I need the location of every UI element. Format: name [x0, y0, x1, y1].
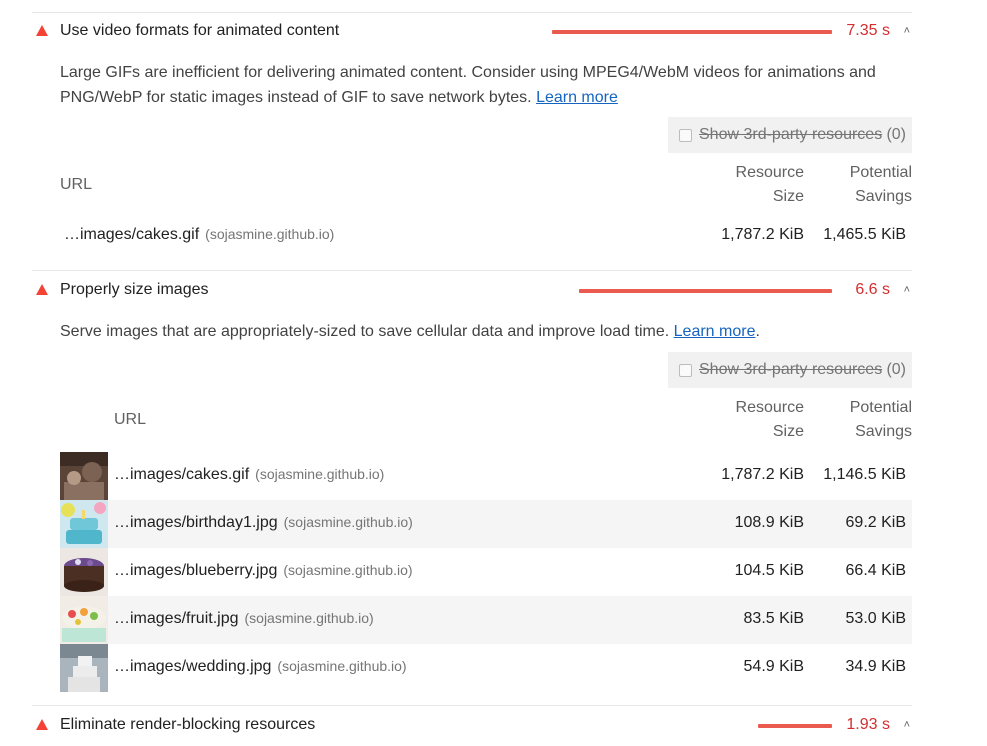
learn-more-link[interactable]: Learn more [536, 89, 618, 106]
column-header-url: URL [114, 411, 147, 428]
row-host: (sojasmine.github.io) [277, 658, 407, 674]
audit-title: Use video formats for animated content [60, 22, 340, 39]
row-resource-size: 83.5 KiB [743, 610, 804, 627]
column-header-url: URL [60, 176, 93, 193]
fruit-cake-thumbnail [60, 596, 108, 644]
savings-bar [579, 289, 832, 293]
column-header-resource: Resource [735, 164, 804, 181]
row-potential-savings: 69.2 KiB [845, 514, 906, 531]
row-resource-size: 108.9 KiB [734, 514, 804, 531]
wedding-cake-thumbnail [60, 644, 108, 692]
row-resource-size: 1,787.2 KiB [721, 226, 804, 243]
row-host: (sojasmine.github.io) [255, 466, 385, 482]
audit-render-blocking: Eliminate render-blocking resources 1.93… [32, 706, 912, 746]
description-text: Large GIFs are inefficient for deliverin… [60, 64, 876, 106]
row-host: (sojasmine.github.io) [283, 562, 413, 578]
savings-bar [758, 724, 832, 728]
audit-description: Serve images that are appropriately-size… [60, 319, 900, 344]
fail-triangle-icon [36, 25, 48, 36]
row-url[interactable]: …images/wedding.jpg (sojasmine.github.io) [114, 658, 407, 676]
savings-value: 6.6 s [855, 281, 890, 298]
cakes-thumbnail [60, 452, 108, 500]
column-header-potential: Potential [849, 399, 912, 416]
third-party-filter[interactable]: Show 3rd-party resources (0) [668, 352, 912, 388]
audit-header[interactable]: Properly size images 6.6 s ˄ [32, 271, 912, 311]
column-header-savings: Savings [855, 188, 912, 205]
row-host: (sojasmine.github.io) [205, 226, 335, 242]
table-row: …images/cakes.gif (sojasmine.github.io) 1… [60, 452, 912, 500]
third-party-count: (0) [886, 126, 906, 143]
chevron-up-icon[interactable]: ˄ [904, 284, 910, 296]
learn-more-link[interactable]: Learn more [674, 323, 756, 340]
row-host: (sojasmine.github.io) [244, 610, 374, 626]
row-host: (sojasmine.github.io) [283, 514, 413, 530]
row-resource-size: 1,787.2 KiB [721, 466, 804, 483]
column-header-resource-size: Resource Size [712, 396, 804, 444]
audit-video-formats: Use video formats for animated content 7… [32, 12, 912, 52]
savings-value: 1.93 s [846, 716, 890, 733]
audit-header[interactable]: Eliminate render-blocking resources 1.93… [32, 706, 912, 746]
birthday-cake-thumbnail [60, 500, 108, 548]
description-end: . [755, 323, 760, 340]
row-url[interactable]: …images/cakes.gif (sojasmine.github.io) [114, 466, 384, 484]
fail-triangle-icon [36, 284, 48, 295]
third-party-checkbox[interactable] [679, 364, 692, 377]
table-row: …images/wedding.jpg (sojasmine.github.io)… [60, 644, 912, 692]
savings-value: 7.35 s [846, 22, 890, 39]
row-potential-savings: 1,465.5 KiB [823, 226, 906, 243]
third-party-filter[interactable]: Show 3rd-party resources (0) [668, 117, 912, 153]
third-party-checkbox[interactable] [679, 129, 692, 142]
column-header-savings: Savings [855, 423, 912, 440]
row-potential-savings: 1,146.5 KiB [823, 466, 906, 483]
chevron-up-icon[interactable]: ˄ [904, 719, 910, 731]
table-row: …images/birthday1.jpg (sojasmine.github.i… [60, 500, 912, 548]
column-header-size: Size [772, 188, 804, 205]
row-potential-savings: 53.0 KiB [845, 610, 906, 627]
audit-header[interactable]: Use video formats for animated content 7… [32, 12, 912, 52]
row-url[interactable]: …images/fruit.jpg (sojasmine.github.io) [114, 610, 374, 628]
third-party-label: Show 3rd-party resources [699, 126, 883, 143]
audit-description: Large GIFs are inefficient for deliverin… [60, 60, 900, 110]
audit-properly-size-images: Properly size images 6.6 s ˄ [32, 271, 912, 311]
audit-title: Properly size images [60, 281, 209, 298]
description-text: Serve images that are appropriately-size… [60, 323, 670, 340]
column-header-resource-size: Resource Size [712, 161, 804, 209]
table-row: …images/fruit.jpg (sojasmine.github.io) 8… [60, 596, 912, 644]
column-header-potential-savings: Potential Savings [812, 396, 912, 444]
row-url[interactable]: …images/birthday1.jpg (sojasmine.github.i… [114, 514, 413, 532]
column-header-potential: Potential [849, 164, 912, 181]
table-row: …images/cakes.gif (sojasmine.github.io) 1… [60, 212, 912, 260]
column-header-size: Size [772, 423, 804, 440]
third-party-count: (0) [886, 361, 906, 378]
row-potential-savings: 34.9 KiB [845, 658, 906, 675]
third-party-label: Show 3rd-party resources [699, 361, 883, 378]
column-header-potential-savings: Potential Savings [812, 161, 912, 209]
savings-bar [552, 30, 832, 34]
column-header-resource: Resource [735, 399, 804, 416]
row-resource-size: 104.5 KiB [734, 562, 804, 579]
row-url[interactable]: …images/blueberry.jpg (sojasmine.github.i… [114, 562, 413, 580]
chevron-up-icon[interactable]: ˄ [904, 25, 910, 37]
row-potential-savings: 66.4 KiB [845, 562, 906, 579]
fail-triangle-icon [36, 719, 48, 730]
row-resource-size: 54.9 KiB [743, 658, 804, 675]
row-url[interactable]: …images/cakes.gif (sojasmine.github.io) [64, 226, 334, 244]
blueberry-cake-thumbnail [60, 548, 108, 596]
audit-title: Eliminate render-blocking resources [60, 716, 316, 733]
table-row: …images/blueberry.jpg (sojasmine.github.i… [60, 548, 912, 596]
